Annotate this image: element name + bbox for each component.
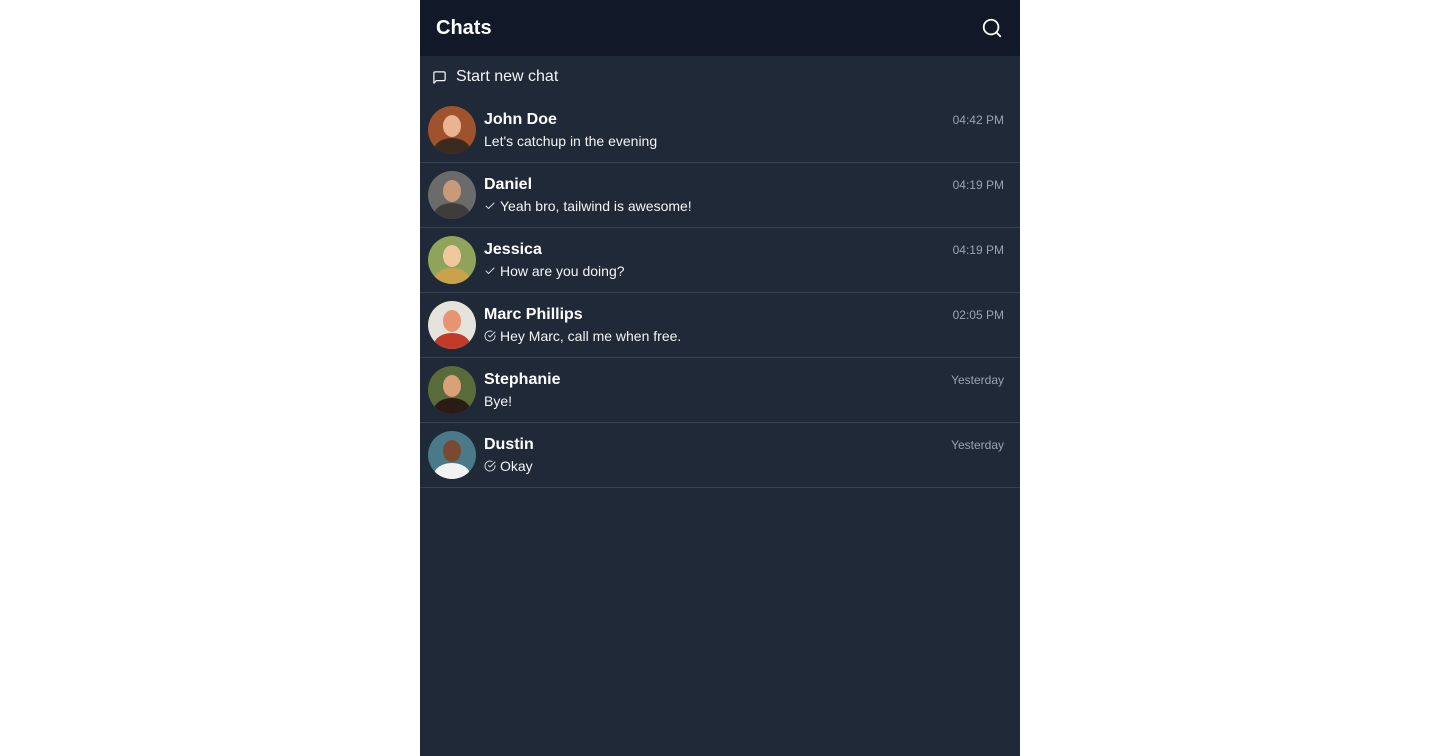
chat-content: Stephanie Yesterday Bye! <box>484 371 1004 409</box>
chat-row[interactable]: Stephanie Yesterday Bye! <box>420 358 1020 423</box>
last-message: Bye! <box>484 393 513 409</box>
message-time: 04:42 PM <box>952 113 1004 127</box>
page-title: Chats <box>436 16 492 39</box>
start-new-chat-label: Start new chat <box>456 68 559 85</box>
contact-name: Marc Phillips <box>484 306 583 323</box>
chat-list: John Doe 04:42 PM Let's catchup in the eve… <box>420 98 1020 488</box>
contact-name: Daniel <box>484 176 533 193</box>
check-circle-icon <box>484 460 496 472</box>
chat-content: Daniel 04:19 PM Yeah bro, tailwind is awes… <box>484 176 1004 214</box>
search-icon <box>981 17 1003 39</box>
check-circle-icon <box>484 330 496 342</box>
last-message: Let's catchup in the evening <box>484 133 658 149</box>
avatar <box>428 366 476 414</box>
check-icon <box>484 265 496 277</box>
search-button[interactable] <box>980 16 1004 40</box>
message-time: Yesterday <box>951 438 1004 452</box>
message-time: Yesterday <box>951 373 1004 387</box>
last-message: Yeah bro, tailwind is awesome! <box>500 198 692 214</box>
start-new-chat-button[interactable]: Start new chat <box>420 56 1020 98</box>
chat-content: Jessica 04:19 PM How are you doing? <box>484 241 1004 279</box>
last-message: Okay <box>500 458 533 474</box>
chat-row[interactable]: Dustin Yesterday Okay <box>420 423 1020 488</box>
last-message: How are you doing? <box>500 263 625 279</box>
avatar <box>428 431 476 479</box>
avatar <box>428 236 476 284</box>
contact-name: Stephanie <box>484 371 561 388</box>
message-square-icon <box>432 69 448 85</box>
last-message: Hey Marc, call me when free. <box>500 328 682 344</box>
chat-row[interactable]: Marc Phillips 02:05 PM Hey Marc, call me w… <box>420 293 1020 358</box>
check-icon <box>484 200 496 212</box>
message-time: 04:19 PM <box>952 243 1004 257</box>
message-time: 02:05 PM <box>952 308 1004 322</box>
chat-app: Chats Start new chat John Doe 04:42 PM Let… <box>420 0 1020 756</box>
avatar <box>428 106 476 154</box>
chat-row[interactable]: John Doe 04:42 PM Let's catchup in the eve… <box>420 98 1020 163</box>
chat-content: Dustin Yesterday Okay <box>484 436 1004 474</box>
contact-name: Dustin <box>484 436 534 453</box>
message-time: 04:19 PM <box>952 178 1004 192</box>
app-header: Chats <box>420 0 1020 56</box>
chat-row[interactable]: Jessica 04:19 PM How are you doing? <box>420 228 1020 293</box>
contact-name: John Doe <box>484 111 557 128</box>
chat-content: Marc Phillips 02:05 PM Hey Marc, call me w… <box>484 306 1004 344</box>
contact-name: Jessica <box>484 241 542 258</box>
chat-row[interactable]: Daniel 04:19 PM Yeah bro, tailwind is awes… <box>420 163 1020 228</box>
chat-content: John Doe 04:42 PM Let's catchup in the eve… <box>484 111 1004 149</box>
avatar <box>428 171 476 219</box>
avatar <box>428 301 476 349</box>
